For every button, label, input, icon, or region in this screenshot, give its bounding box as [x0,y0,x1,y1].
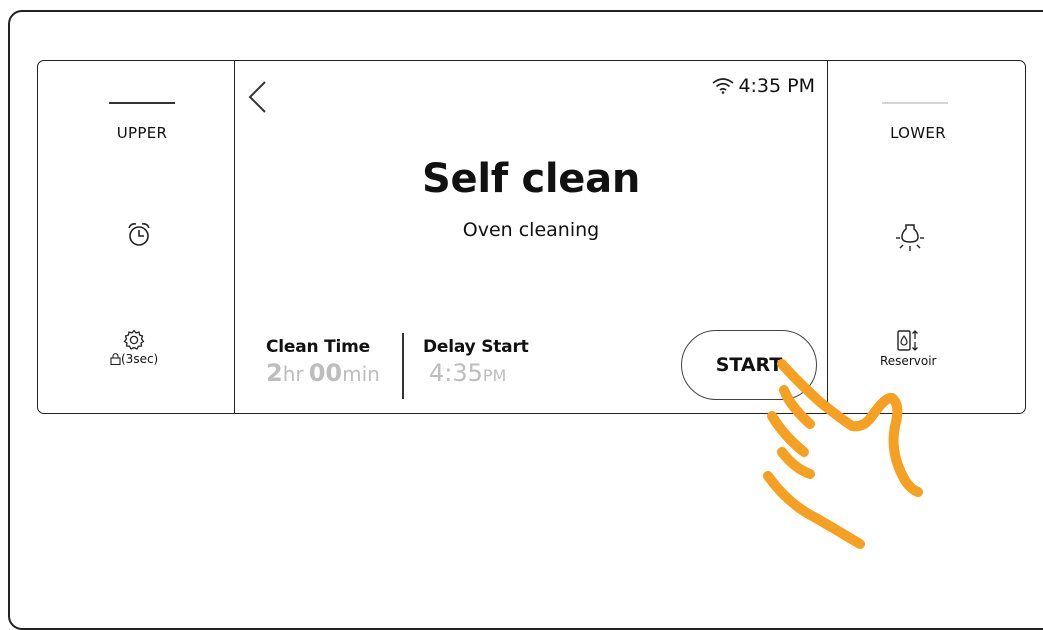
left-side-panel: UPPER (3sec) [38,61,234,413]
lower-oven-button[interactable]: LOWER [820,124,1016,142]
tap-hand-icon [763,359,923,549]
clean-time-label: Clean Time [266,336,370,357]
delay-start-ampm: PM [482,365,507,385]
alarm-clock-icon [128,223,150,246]
clean-time-hours-unit: hr [282,361,304,386]
back-chevron-icon[interactable] [245,79,269,115]
mode-title: Self clean [422,155,640,202]
info-divider [402,332,404,399]
upper-oven-button[interactable]: UPPER [44,124,240,142]
delay-start-setting[interactable]: Delay Start 4:35PM [423,337,529,387]
delay-start-label: Delay Start [423,336,529,357]
clean-time-setting[interactable]: Clean Time 2hr 00min [266,337,380,387]
delay-start-value: 4:35PM [423,359,529,387]
clean-time-hours: 2 [266,358,283,387]
oven-light-button[interactable] [895,221,925,255]
oven-light-icon [896,224,924,251]
lower-oven-indicator [882,102,948,104]
reservoir-icon [897,330,919,351]
clean-time-minutes-unit: min [342,361,380,386]
clock-time: 4:35 PM [738,74,815,97]
delay-start-time: 4:35 [429,358,483,387]
upper-oven-indicator [109,102,175,104]
clean-time-value: 2hr 00min [266,359,380,387]
settings-button[interactable]: (3sec) [110,329,158,366]
lock-icon [110,353,121,365]
clean-time-minutes: 00 [308,358,343,387]
status-bar: 4:35 PM [712,75,815,97]
timer-button[interactable] [126,221,152,249]
lock-duration-label: (3sec) [121,352,159,366]
wifi-icon [712,77,734,94]
settings-gear-icon [123,329,145,350]
mode-subtitle: Oven cleaning [462,218,600,241]
display-screen: 4:35 PM Self clean Oven cleaning Clean T… [234,59,828,414]
